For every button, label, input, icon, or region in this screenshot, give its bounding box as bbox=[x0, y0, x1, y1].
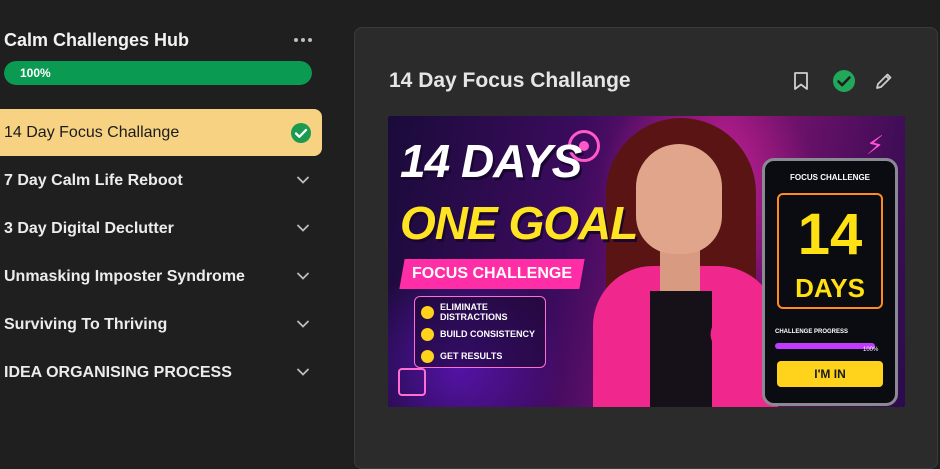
lightning-icon: ⚡ bbox=[866, 130, 885, 160]
sidebar-item-7-day-calm[interactable]: 7 Day Calm Life Reboot bbox=[0, 157, 322, 204]
chevron-down-icon bbox=[297, 272, 309, 280]
checklist-text: GET RESULTS bbox=[440, 351, 503, 361]
checklist-text: BUILD CONSISTENCY bbox=[440, 329, 536, 339]
hub-title: Calm Challenges Hub bbox=[4, 30, 190, 50]
presenter-face bbox=[636, 144, 722, 254]
chevron-down-icon bbox=[297, 176, 309, 184]
checklist-text: ELIMINATE DISTRACTIONS bbox=[440, 302, 508, 322]
course-progress-bar: 100% bbox=[4, 61, 312, 85]
mark-complete-button[interactable] bbox=[831, 68, 857, 94]
bookmark-icon bbox=[794, 72, 808, 90]
edit-button[interactable] bbox=[871, 68, 897, 94]
sidebar: Calm Challenges Hub 100% 14 Day Focus Ch… bbox=[0, 0, 330, 461]
tablet-days-box: 14 DAYS bbox=[777, 193, 883, 309]
thumbnail-headline-2: ONE GOAL bbox=[400, 197, 638, 249]
chevron-down-icon bbox=[297, 224, 309, 232]
sidebar-item-label: 14 Day Focus Challange bbox=[4, 123, 180, 141]
sidebar-item-label: IDEA ORGANISING PROCESS bbox=[4, 363, 232, 381]
sidebar-item-imposter-syndrome[interactable]: Unmasking Imposter Syndrome bbox=[0, 253, 322, 300]
sidebar-item-surviving-thriving[interactable]: Surviving To Thriving bbox=[0, 301, 322, 348]
sidebar-item-label: Surviving To Thriving bbox=[4, 315, 168, 333]
checklist-item: ELIMINATE DISTRACTIONS bbox=[421, 301, 539, 323]
check-icon bbox=[421, 327, 434, 341]
tablet-number: 14 bbox=[797, 202, 863, 267]
sidebar-item-3-day-declutter[interactable]: 3 Day Digital Declutter bbox=[0, 205, 322, 252]
tablet-progress-pct: 100% bbox=[863, 347, 879, 353]
chevron-down-icon bbox=[297, 368, 309, 376]
pencil-icon bbox=[876, 73, 892, 89]
lesson-title: 14 Day Focus Challange bbox=[389, 69, 631, 92]
thumbnail-headline-1: 14 DAYS bbox=[400, 135, 582, 187]
banner-text: FOCUS CHALLENGE bbox=[412, 265, 572, 282]
presenter-top bbox=[650, 291, 712, 407]
sidebar-item-label: 3 Day Digital Declutter bbox=[4, 219, 174, 237]
progress-label: 100% bbox=[20, 66, 51, 80]
tablet-progress-label: CHALLENGE PROGRESS bbox=[775, 329, 849, 335]
checklist-item: BUILD CONSISTENCY bbox=[421, 323, 539, 345]
bookmark-button[interactable] bbox=[788, 68, 814, 94]
check-icon bbox=[421, 349, 434, 363]
check-circle-icon bbox=[833, 70, 855, 92]
chevron-down-icon bbox=[297, 320, 309, 328]
thumbnail-banner: FOCUS CHALLENGE bbox=[399, 259, 585, 289]
sidebar-item-label: 7 Day Calm Life Reboot bbox=[4, 171, 183, 189]
calendar-icon bbox=[398, 368, 426, 396]
more-options-button[interactable] bbox=[290, 28, 316, 52]
lesson-thumbnail[interactable]: ⚡ 14 DAYS ONE GOAL FOCUS CHALLENGE ELIMI… bbox=[388, 116, 905, 407]
sidebar-item-14-day-focus[interactable]: 14 Day Focus Challange bbox=[0, 109, 322, 156]
sidebar-item-idea-organising[interactable]: IDEA ORGANISING PROCESS bbox=[0, 349, 322, 396]
thumbnail-tablet: FOCUS CHALLENGE 14 DAYS CHALLENGE PROGRE… bbox=[762, 158, 898, 406]
check-icon bbox=[421, 305, 434, 319]
sidebar-item-label: Unmasking Imposter Syndrome bbox=[4, 267, 245, 285]
tablet-progress-bar bbox=[775, 343, 875, 349]
tablet-im-in-button: I'M IN bbox=[777, 361, 883, 387]
more-dots-icon bbox=[294, 38, 298, 42]
tablet-unit: DAYS bbox=[795, 273, 865, 303]
tablet-header: FOCUS CHALLENGE bbox=[790, 173, 870, 182]
checklist-item: GET RESULTS bbox=[421, 345, 539, 367]
thumbnail-checklist: ELIMINATE DISTRACTIONS BUILD CONSISTENCY… bbox=[414, 296, 546, 368]
lesson-panel: 14 Day Focus Challange ⚡ 14 DAYS ONE GOA… bbox=[354, 27, 938, 469]
check-circle-icon bbox=[291, 123, 311, 143]
